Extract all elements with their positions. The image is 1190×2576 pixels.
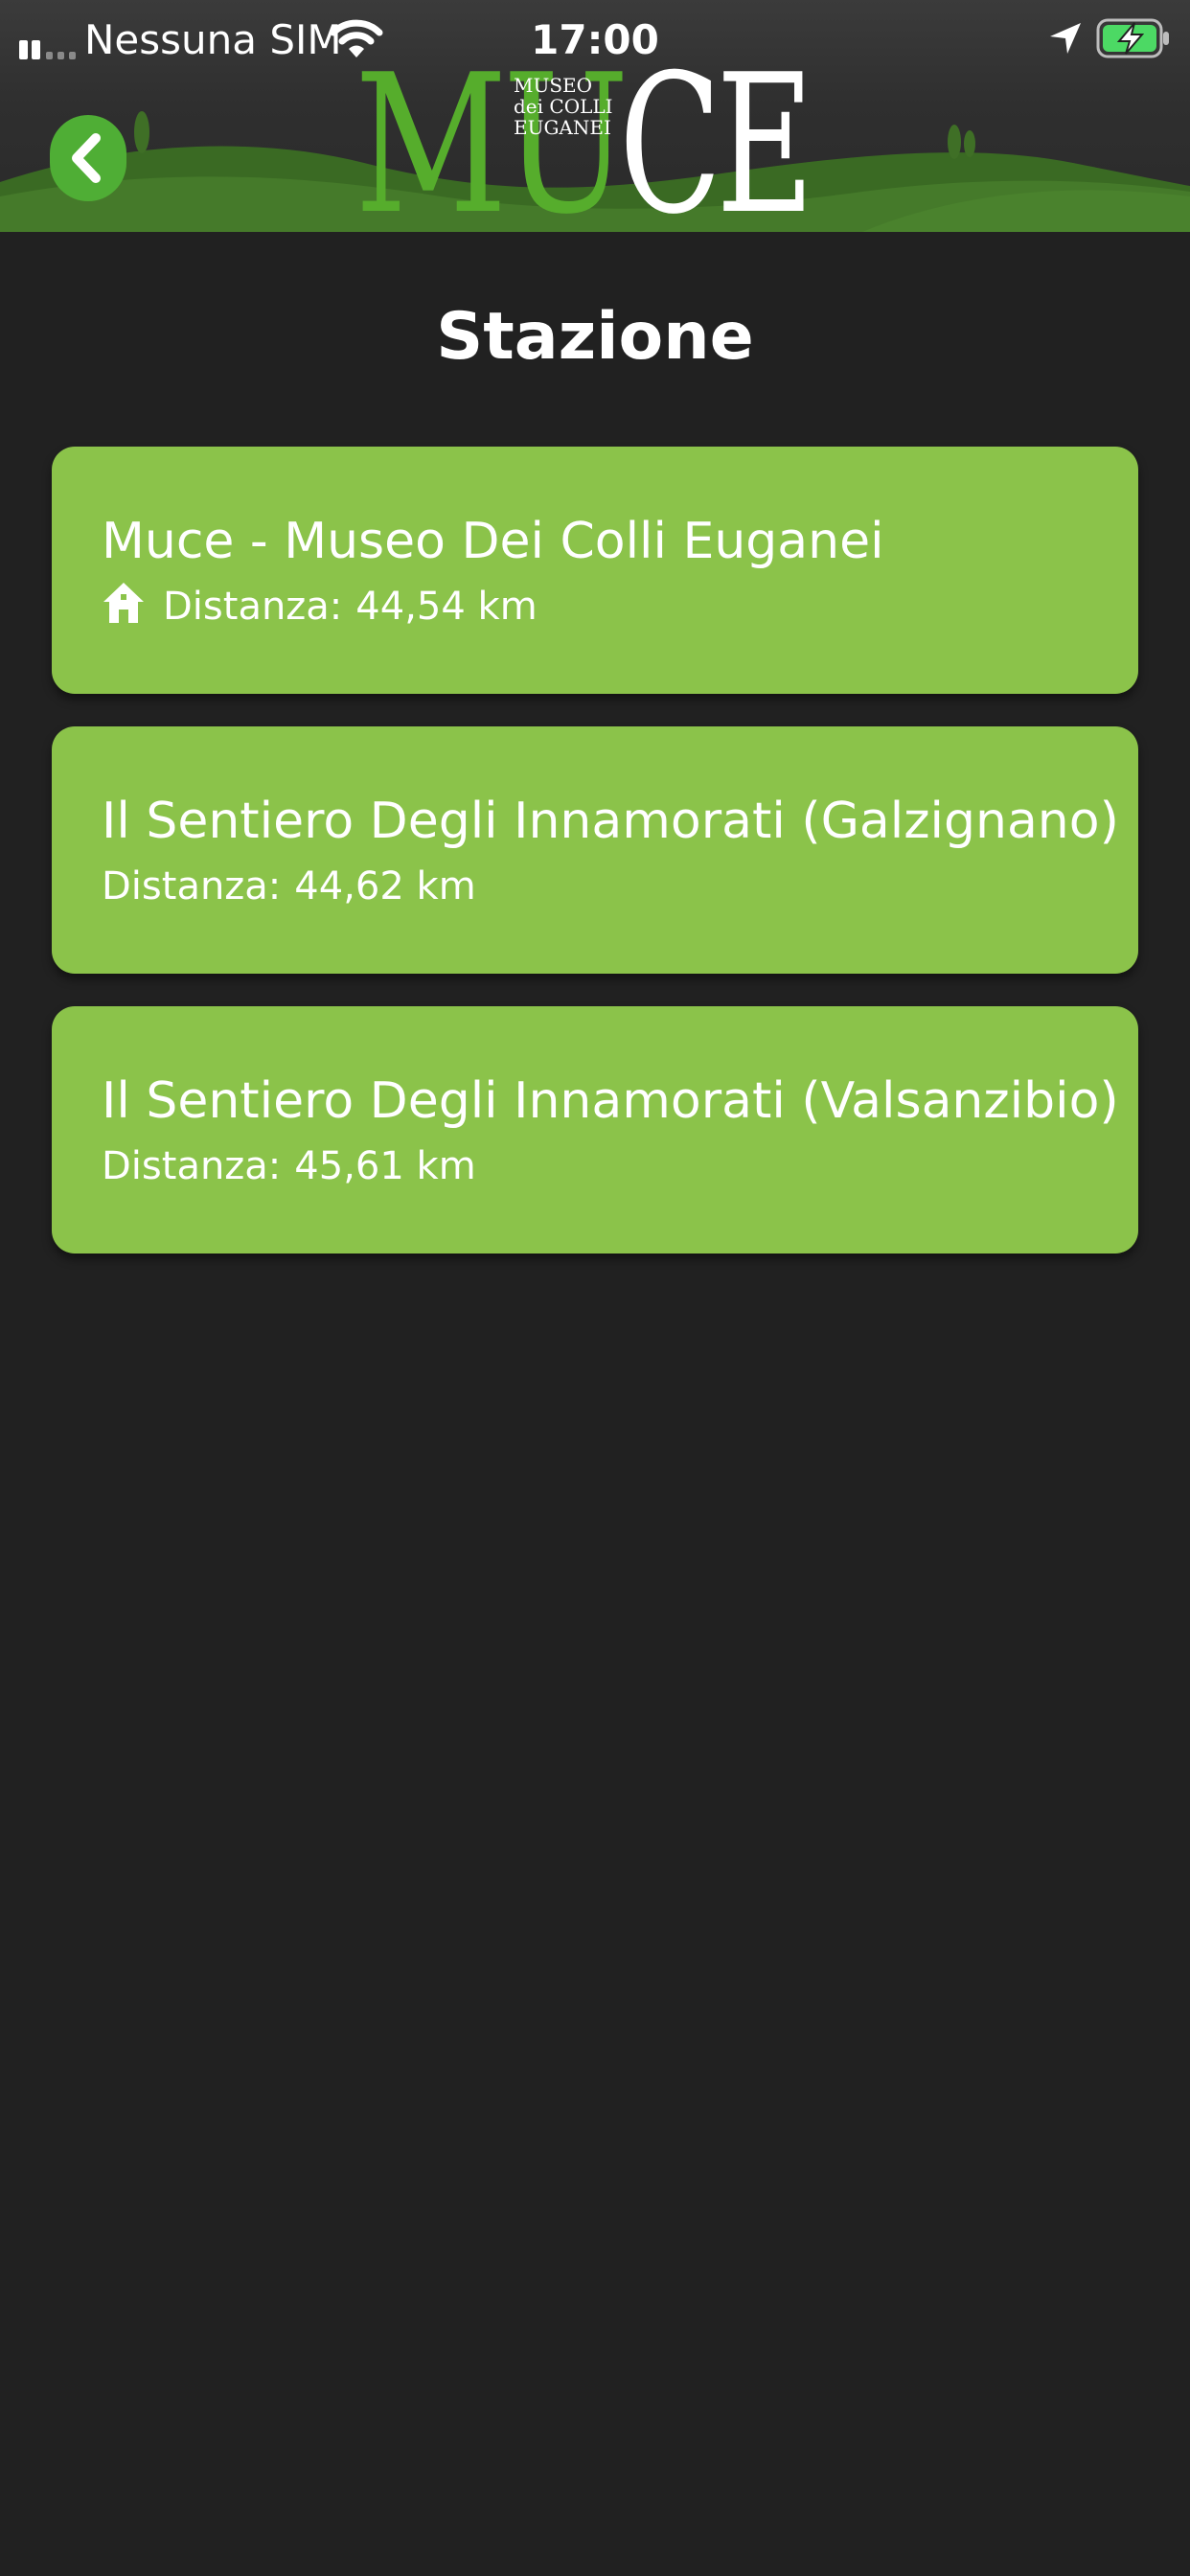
distance-value: 44,62 km [294, 864, 476, 908]
station-distance-row: Distanza: 44,54 km [102, 581, 538, 632]
distance-label: Distanza: [102, 864, 282, 908]
muce-logo: MU MUSEO dei COLLI EUGANEI CE [355, 50, 834, 233]
station-distance-row: Distanza: 45,61 km [102, 1140, 476, 1192]
station-name: Il Sentiero Degli Innamorati (Galzignano… [102, 793, 1119, 850]
location-arrow-icon [1050, 23, 1081, 54]
screen: Nessuna SIM 17:00 MU MUSEO dei COLLI EUG… [0, 0, 1190, 2576]
back-button[interactable] [50, 115, 126, 201]
distance-label: Distanza: [163, 585, 343, 629]
station-name: Il Sentiero Degli Innamorati (Valsanzibi… [102, 1072, 1119, 1130]
station-card[interactable]: Muce - Museo Dei Colli Euganei Distanza:… [52, 447, 1138, 694]
distance-value: 44,54 km [355, 585, 538, 629]
station-distance-row: Distanza: 44,62 km [102, 861, 476, 912]
page-title: Stazione [436, 299, 754, 375]
logo-subtitle-line: EUGANEI [514, 116, 611, 139]
station-card[interactable]: Il Sentiero Degli Innamorati (Galzignano… [52, 726, 1138, 974]
logo-ce-text: CE [619, 34, 814, 233]
station-card[interactable]: Il Sentiero Degli Innamorati (Valsanzibi… [52, 1006, 1138, 1254]
battery-charging-icon [1096, 18, 1169, 58]
app-header: Nessuna SIM 17:00 MU MUSEO dei COLLI EUG… [0, 0, 1190, 232]
chevron-left-icon [72, 133, 101, 183]
home-icon [103, 583, 144, 623]
distance-value: 45,61 km [294, 1144, 476, 1188]
logo-subtitle-line: dei COLLI [514, 95, 613, 118]
station-name: Muce - Museo Dei Colli Euganei [102, 513, 884, 570]
logo-subtitle-line: MUSEO [514, 74, 593, 97]
logo-subtitle: MUSEO dei COLLI EUGANEI [514, 74, 613, 139]
distance-label: Distanza: [102, 1144, 282, 1188]
